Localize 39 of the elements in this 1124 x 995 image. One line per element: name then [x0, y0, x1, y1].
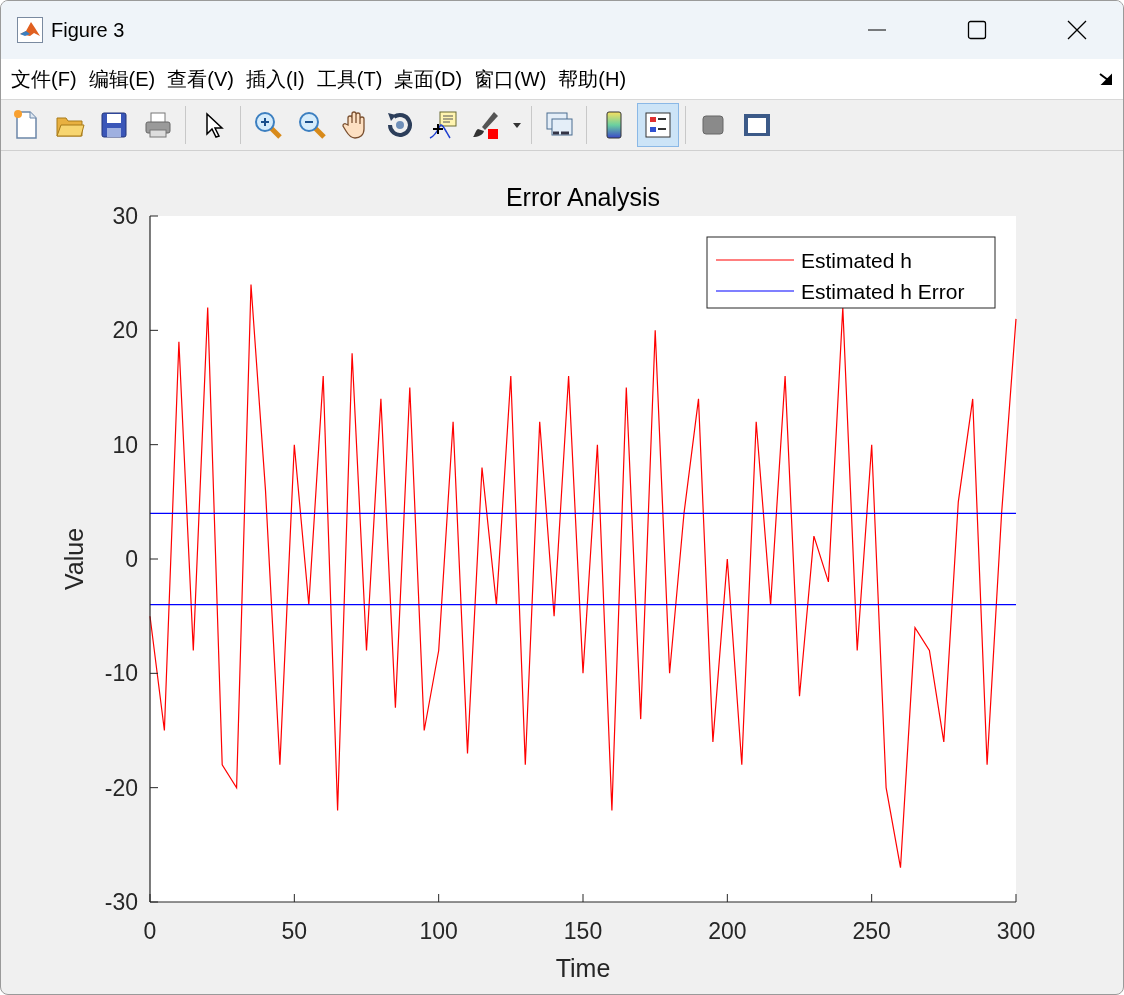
zoom-in-icon: [252, 109, 284, 141]
brush-icon: [470, 109, 522, 141]
menu-item[interactable]: 编辑(E): [82, 65, 162, 93]
menu-item[interactable]: 文件(F): [5, 65, 83, 93]
tick-label: 50: [281, 918, 308, 944]
maximize-icon[interactable]: [967, 20, 987, 40]
close-icon[interactable]: [1067, 20, 1087, 40]
tick-label: 250: [852, 918, 891, 944]
axis-label: Time: [555, 954, 611, 982]
tick-label: -20: [104, 774, 138, 801]
tick-label: 150: [563, 918, 603, 944]
legend-icon: [642, 109, 674, 141]
menu-item[interactable]: 帮助(H): [552, 65, 633, 93]
zoom-out-icon: [296, 109, 328, 141]
tick-label: 300: [996, 918, 1036, 944]
legend-tool[interactable]: [637, 103, 679, 147]
window-title: Figure 3: [51, 18, 126, 42]
app-logo-icon: [17, 17, 43, 43]
tick-label: -10: [104, 660, 138, 687]
tick-label: 200: [708, 918, 747, 944]
legend-label: Estimated h Error: [801, 280, 965, 303]
data-tip-icon: [428, 109, 460, 141]
menu-item[interactable]: 工具(T): [310, 65, 389, 93]
legend-label: Estimated h: [801, 249, 912, 272]
menu-item[interactable]: 窗口(W): [468, 65, 553, 93]
chart-title: Error Analysis: [505, 183, 661, 211]
tick-label: 0: [125, 546, 138, 572]
printer-icon: [142, 109, 174, 141]
tick-label: 30: [112, 203, 138, 229]
menu-item[interactable]: 桌面(D): [388, 65, 469, 93]
expand-arrow-icon[interactable]: [1099, 73, 1113, 85]
tick-label: 0: [143, 918, 157, 944]
tick-label: -30: [104, 889, 138, 915]
tick-label: 100: [419, 918, 458, 944]
menu-item[interactable]: 查看(V): [161, 65, 240, 93]
tick-label: 20: [112, 317, 138, 344]
tick-label: 10: [112, 431, 138, 458]
menu-item[interactable]: 插入(I): [239, 65, 311, 93]
axis-label: Value: [60, 527, 88, 591]
